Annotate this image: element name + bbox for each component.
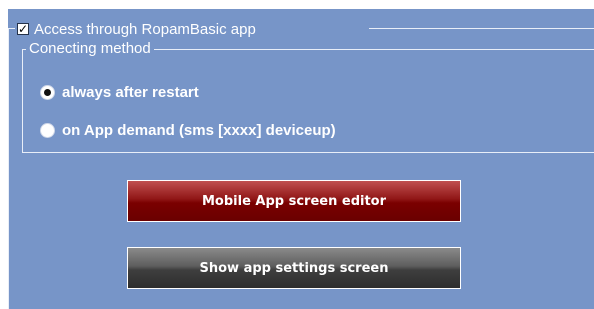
radio-option-always[interactable]: always after restart <box>40 84 199 101</box>
access-checkbox-label[interactable]: Access through RopamBasic app <box>34 21 256 38</box>
radio-label-always[interactable]: always after restart <box>62 84 199 101</box>
checkmark-icon: ✓ <box>17 22 29 36</box>
group-border-top-right <box>369 28 594 29</box>
group-border-top-left <box>8 28 15 29</box>
radio-selected-dot <box>44 89 51 96</box>
group-border-left <box>8 28 9 309</box>
access-group-legend: ✓ Access through RopamBasic app <box>17 19 256 39</box>
radio-label-on-demand[interactable]: on App demand (sms [xxxx] deviceup) <box>62 122 336 139</box>
access-checkbox[interactable]: ✓ <box>17 23 29 35</box>
show-app-settings-button[interactable]: Show app settings screen <box>127 247 461 289</box>
radio-button-always[interactable] <box>40 85 55 100</box>
radio-button-on-demand[interactable] <box>40 123 55 138</box>
app-window: ✓ Access through RopamBasic app Conectin… <box>0 0 594 309</box>
connecting-method-legend: Conecting method <box>26 39 154 59</box>
mobile-app-screen-editor-button[interactable]: Mobile App screen editor <box>127 180 461 222</box>
radio-option-on-demand[interactable]: on App demand (sms [xxxx] deviceup) <box>40 122 336 139</box>
